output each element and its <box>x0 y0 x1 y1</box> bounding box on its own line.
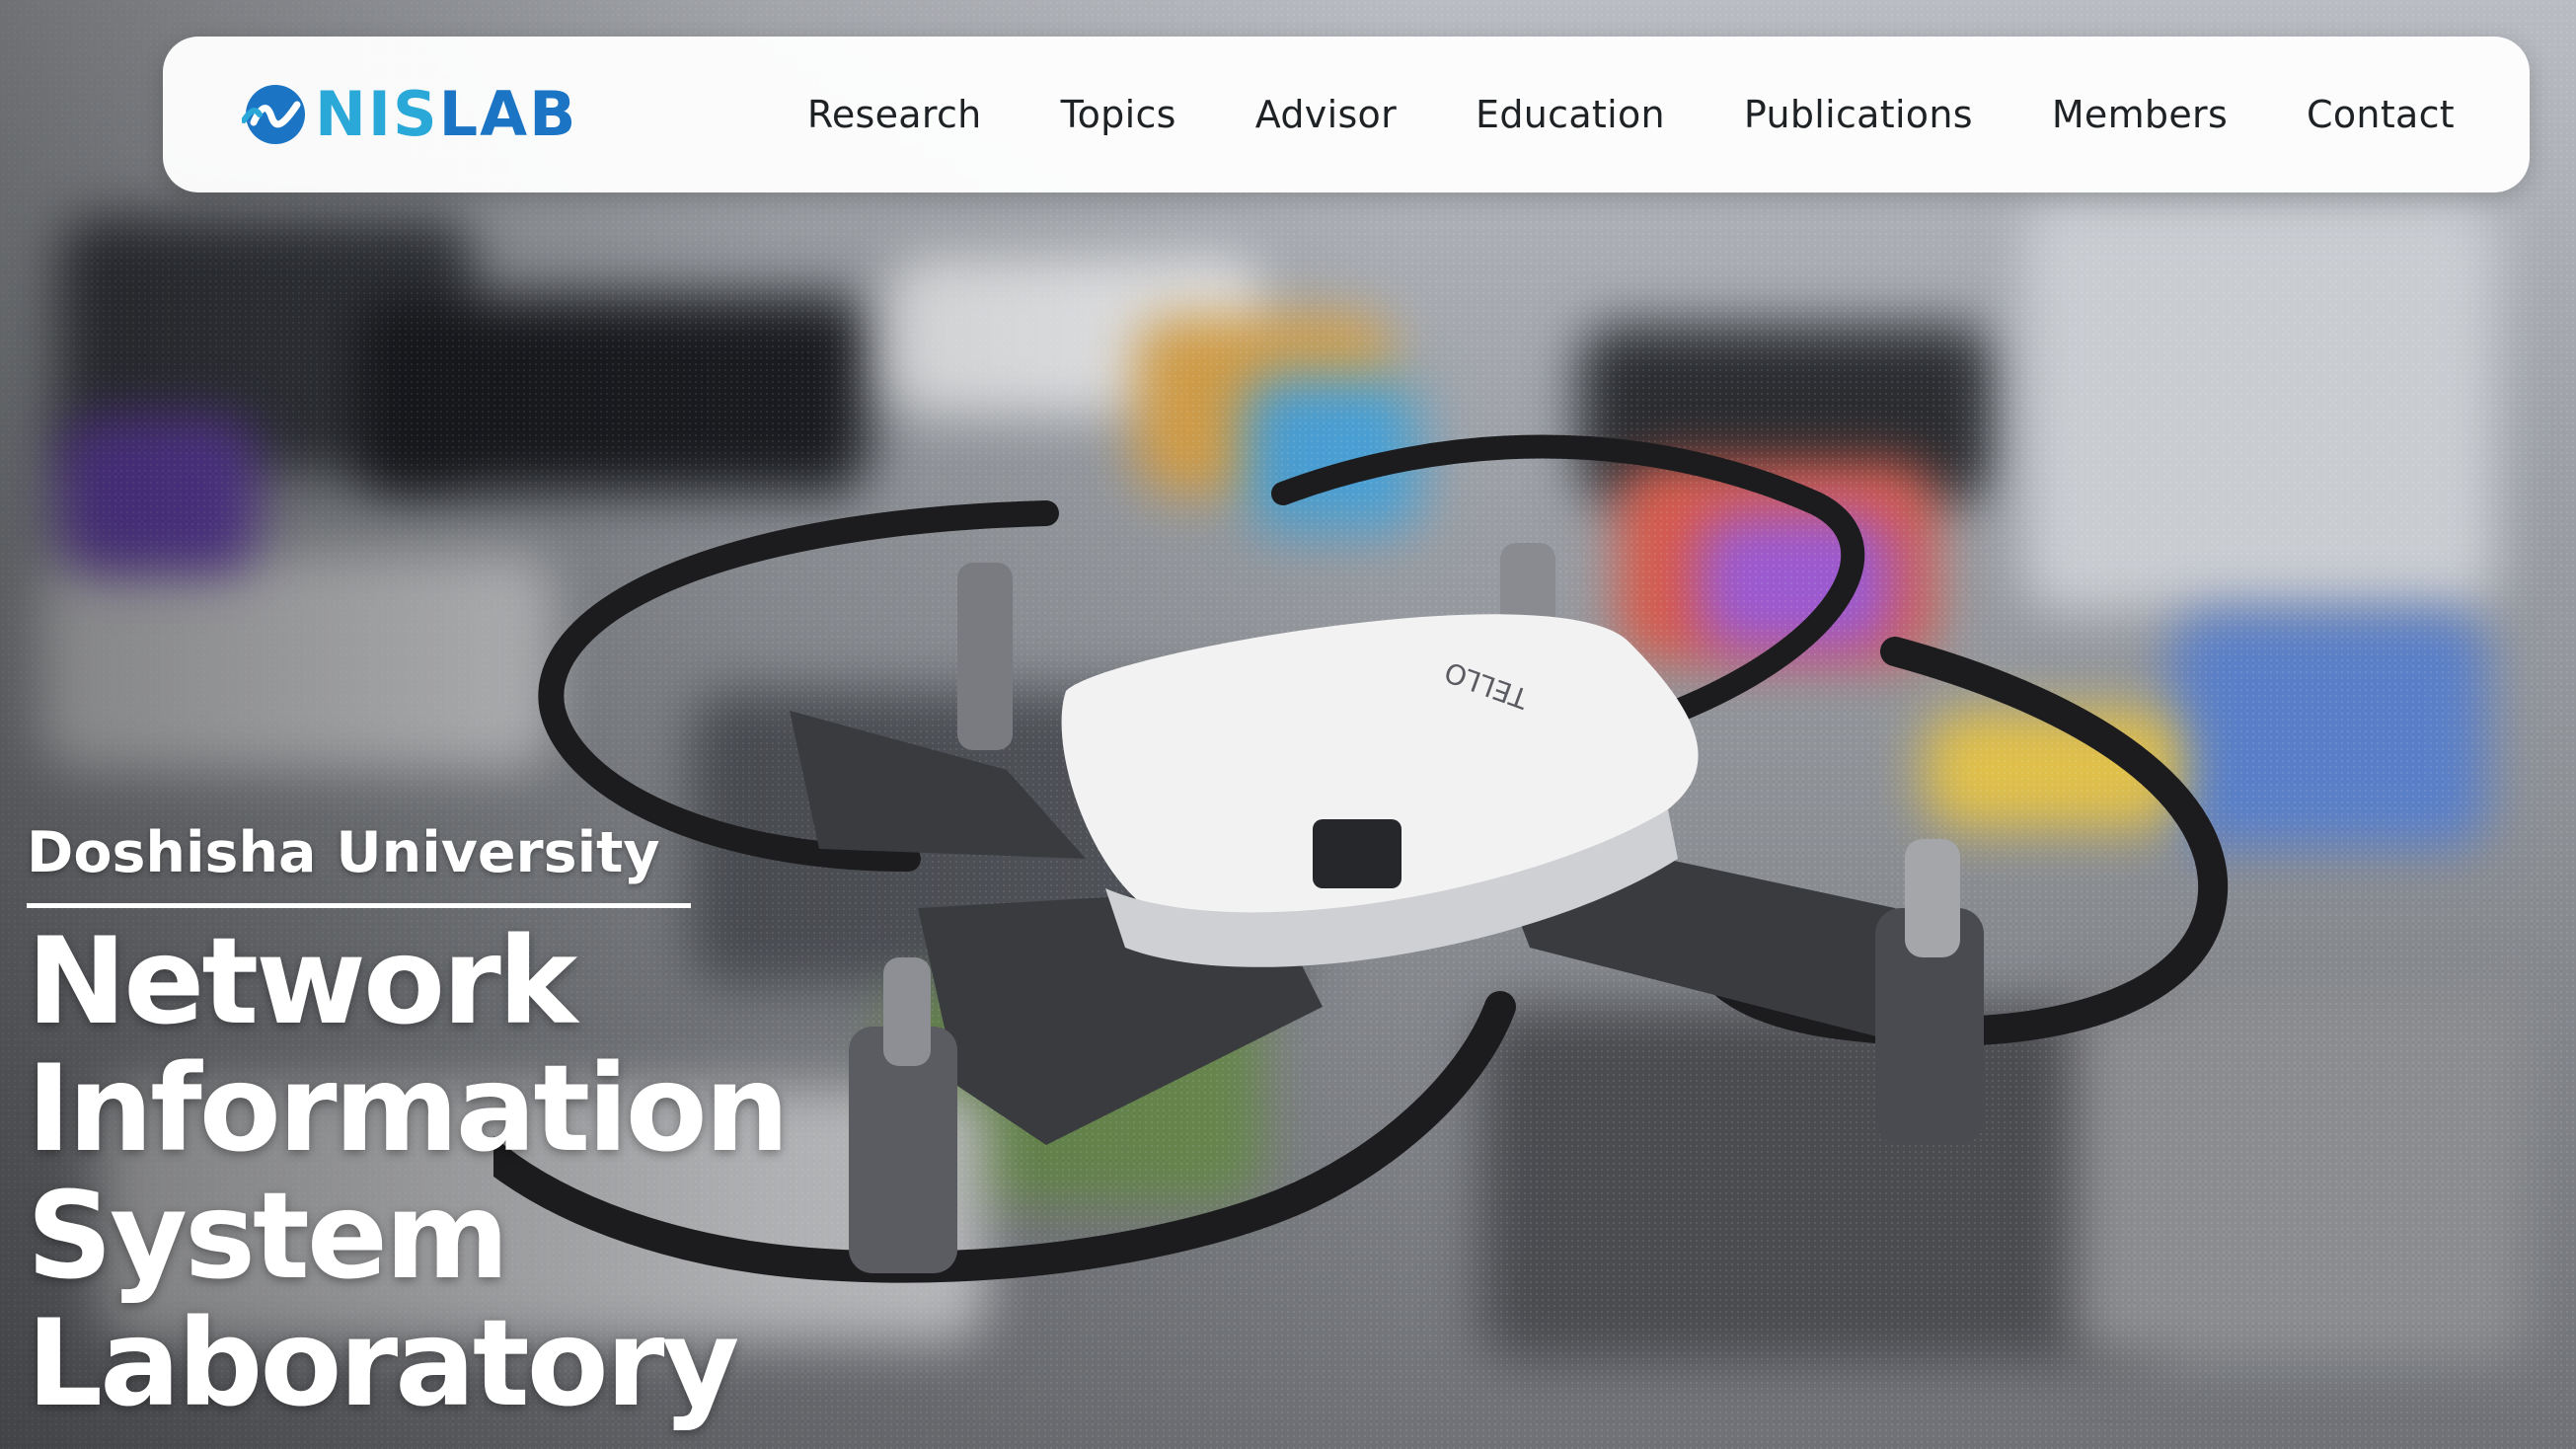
lab-name-line-3: System <box>27 1167 509 1306</box>
logo-text: NISLAB <box>315 84 577 145</box>
nav-link-research[interactable]: Research <box>807 96 982 133</box>
drone-image: TELLO <box>493 434 2229 1283</box>
navbar: NISLAB Research Topics Advisor Education… <box>163 37 2530 192</box>
main-nav: Research Topics Advisor Education Public… <box>807 96 2455 133</box>
lab-name: Network Information System Laboratory <box>27 912 790 1433</box>
nav-link-publications[interactable]: Publications <box>1744 96 1973 133</box>
nav-link-education[interactable]: Education <box>1476 96 1665 133</box>
lab-name-line-1: Network <box>27 912 577 1051</box>
logo-text-lab: LAB <box>438 78 578 150</box>
university-name: Doshisha University <box>27 825 691 908</box>
lab-name-line-4: Laboratory <box>27 1294 739 1433</box>
nav-link-topics[interactable]: Topics <box>1061 96 1176 133</box>
nav-link-contact[interactable]: Contact <box>2307 96 2455 133</box>
nav-link-advisor[interactable]: Advisor <box>1255 96 1397 133</box>
lab-name-line-2: Information <box>27 1039 790 1179</box>
nislab-wave-logo-icon <box>242 85 305 144</box>
logo-text-nis: NIS <box>315 78 439 150</box>
nav-link-members[interactable]: Members <box>2052 96 2228 133</box>
site-logo[interactable]: NISLAB <box>242 80 577 149</box>
hero-title-block: Doshisha University Network Information … <box>27 825 790 1433</box>
